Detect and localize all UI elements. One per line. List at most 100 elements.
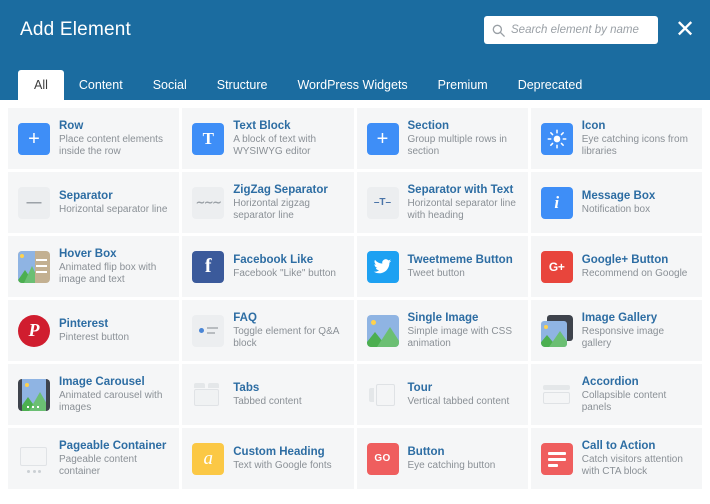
element-text: Button Eye catching button [408, 445, 496, 472]
element-card[interactable]: a Custom Heading Text with Google fonts [182, 428, 354, 489]
element-title: Separator with Text [407, 184, 514, 196]
element-description: Eye catching button [407, 460, 496, 471]
element-card[interactable]: + Row Place content elements inside the ro… [8, 108, 180, 169]
element-description: Pageable content container [59, 454, 137, 477]
element-description: Collapsible content panels [581, 390, 667, 413]
element-description: Horizontal separator line [59, 204, 168, 215]
element-card[interactable]: ∼∼∼ ZigZag Separator Horizontal zigzag sep… [182, 172, 354, 233]
element-card[interactable]: — Separator Horizontal separator line [8, 172, 180, 233]
element-card[interactable]: T Text Block A block of text with WYSIWYG … [182, 108, 354, 169]
image-text-icon [18, 250, 50, 283]
element-text: Section Group multiple rows in section [408, 119, 522, 158]
search-icon [492, 24, 505, 37]
image-stack-icon [540, 314, 573, 347]
plus-icon: + [366, 122, 399, 155]
element-description: Pinterest button [59, 332, 130, 343]
close-icon[interactable]: ✕ [674, 17, 696, 43]
element-card[interactable]: i Message Box Notification box [530, 172, 702, 233]
category-tabs: All Content Social Structure WordPress Widge… [0, 60, 710, 100]
element-text: Text Block A block of text with WYSIWYG e… [233, 119, 347, 158]
element-description: Animated carousel with images [59, 390, 163, 413]
element-card[interactable]: f Facebook Like Facebook "Like" button [182, 236, 354, 297]
element-title: Row [59, 120, 84, 132]
element-list-area: + Row Place content elements inside the ro… [0, 100, 710, 504]
element-title: Hover Box [59, 248, 117, 260]
element-title: Message Box [581, 190, 656, 202]
horizontal-line-icon: — [18, 186, 50, 219]
sun-icon [540, 122, 573, 155]
element-text: ZigZag Separator Horizontal zigzag separa… [233, 183, 347, 222]
element-card[interactable]: + Section Group multiple rows in section [356, 108, 528, 169]
element-title: Facebook Like [233, 254, 314, 266]
element-card[interactable]: Image Gallery Responsive image gallery [530, 300, 702, 361]
element-card[interactable]: Single Image Simple image with CSS animat… [356, 300, 528, 361]
element-title: Custom Heading [233, 446, 325, 458]
element-title: Tabs [233, 382, 260, 394]
element-description: Text with Google fonts [233, 460, 332, 471]
element-description: Recommend on Google [581, 268, 688, 279]
element-card[interactable]: Icon Eye catching icons from libraries [530, 108, 702, 169]
tab-deprecated[interactable]: Deprecated [503, 70, 598, 100]
accordion-icon [541, 379, 573, 411]
element-title: Icon [581, 120, 606, 132]
element-card[interactable]: G+ Google+ Button Recommend on Google [530, 236, 702, 297]
separator-text-icon: –T– [366, 186, 399, 219]
element-grid: + Row Place content elements inside the ro… [8, 108, 702, 489]
tabs-icon [192, 379, 224, 411]
tab-social[interactable]: Social [138, 70, 202, 100]
element-title: Call to Action [581, 440, 656, 452]
element-title: Tour [407, 382, 433, 394]
element-description: Tabbed content [233, 396, 302, 407]
search-box[interactable] [484, 16, 658, 44]
element-title: Pinterest [59, 318, 109, 330]
element-card[interactable]: P Pinterest Pinterest button [8, 300, 180, 361]
element-title: Section [407, 120, 450, 132]
element-card[interactable]: Hover Box Animated flip box with image an… [8, 236, 180, 297]
element-description: Notification box [581, 204, 651, 215]
element-text: Tweetmeme Button Tweet button [408, 253, 513, 280]
element-description: Vertical tabbed content [407, 396, 510, 407]
element-card[interactable]: Tour Vertical tabbed content [356, 364, 528, 425]
element-card[interactable]: Accordion Collapsible content panels [530, 364, 702, 425]
info-circle-icon: i [540, 186, 573, 219]
tab-all[interactable]: All [18, 70, 64, 100]
element-card[interactable]: –T– Separator with Text Horizontal separat… [356, 172, 528, 233]
element-description: Tweet button [407, 268, 465, 279]
element-card[interactable]: FAQ Toggle element for Q&A block [182, 300, 354, 361]
pageable-icon [18, 443, 50, 475]
facebook-icon: f [192, 250, 225, 283]
element-card[interactable]: GO Button Eye catching button [356, 428, 528, 489]
element-description: Catch visitors attention with CTA block [581, 454, 683, 477]
element-card[interactable]: Tweetmeme Button Tweet button [356, 236, 528, 297]
element-card[interactable]: Pageable Container Pageable content conta… [8, 428, 180, 489]
zigzag-icon: ∼∼∼ [192, 186, 225, 219]
element-text: Google+ Button Recommend on Google [582, 253, 688, 280]
page-title: Add Element [20, 19, 131, 40]
element-title: Image Gallery [581, 312, 658, 324]
element-text: Pinterest Pinterest button [59, 317, 129, 344]
tab-wordpress-widgets[interactable]: WordPress Widgets [282, 70, 422, 100]
element-title: Separator [59, 190, 113, 202]
tab-premium[interactable]: Premium [423, 70, 503, 100]
go-button-icon: GO [366, 442, 399, 475]
element-card[interactable]: Tabs Tabbed content [182, 364, 354, 425]
element-description: Horizontal zigzag separator line [233, 198, 310, 221]
element-description: Horizontal separator line with heading [407, 198, 516, 221]
element-description: Eye catching icons from libraries [581, 134, 688, 157]
tab-content[interactable]: Content [64, 70, 138, 100]
element-text: Facebook Like Facebook "Like" button [233, 253, 336, 280]
element-title: Image Carousel [59, 376, 145, 388]
element-description: Responsive image gallery [581, 326, 665, 349]
element-text: Pageable Container Pageable content conta… [59, 439, 173, 478]
tab-structure[interactable]: Structure [202, 70, 283, 100]
element-title: Text Block [233, 120, 291, 132]
search-input[interactable] [511, 24, 650, 36]
element-text: Image Carousel Animated carousel with ima… [59, 375, 173, 414]
twitter-icon [366, 250, 399, 283]
element-text: Image Gallery Responsive image gallery [582, 311, 696, 350]
element-card[interactable]: Image Carousel Animated carousel with ima… [8, 364, 180, 425]
element-text: Separator with Text Horizontal separator … [408, 183, 522, 222]
element-title: Pageable Container [59, 440, 167, 452]
element-card[interactable]: Call to Action Catch visitors attention w… [530, 428, 702, 489]
element-text: Row Place content elements inside the row [59, 119, 173, 158]
